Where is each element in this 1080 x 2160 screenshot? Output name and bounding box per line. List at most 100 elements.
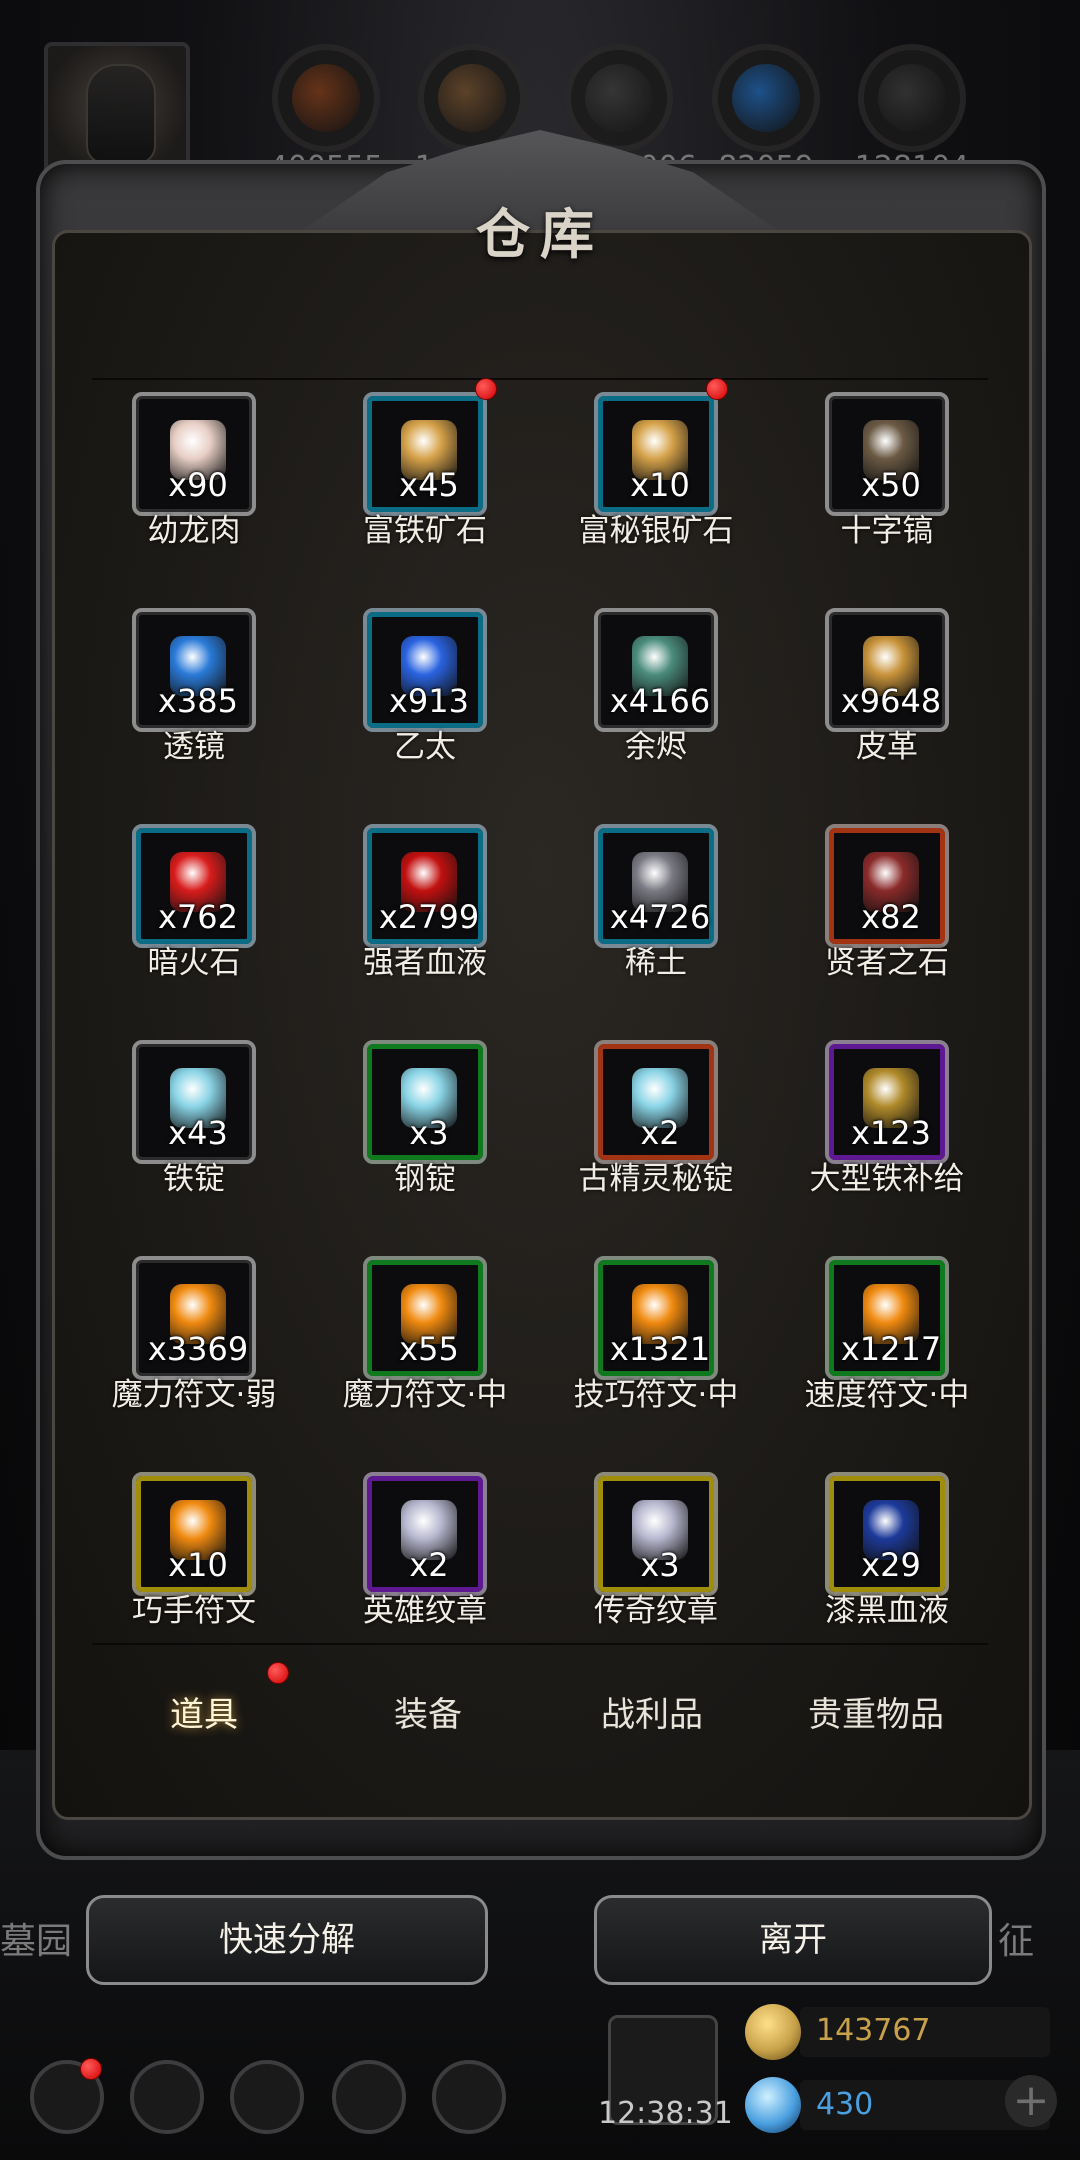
item-slot[interactable]: x55 — [363, 1256, 487, 1380]
item-slot[interactable]: x3 — [594, 1472, 718, 1596]
inventory-item[interactable]: x762 暗火石 — [92, 812, 312, 982]
item-name: 贤者之石 — [825, 945, 949, 981]
item-quantity: x29 — [861, 1546, 921, 1584]
background-label-right: 征 — [998, 1921, 1035, 1962]
tab-loot[interactable]: 战利品 — [540, 1660, 764, 1770]
inventory-item[interactable]: x82 贤者之石 — [785, 812, 1005, 982]
item-name: 富秘银矿石 — [578, 513, 734, 549]
item-name: 皮革 — [856, 729, 918, 765]
item-slot[interactable]: x50 — [825, 392, 949, 516]
inventory-item[interactable]: x4726 稀土 — [554, 812, 774, 982]
item-quantity: x2799 — [378, 898, 480, 936]
item-slot[interactable]: x29 — [825, 1472, 949, 1596]
item-quantity: x762 — [157, 898, 238, 936]
item-slot[interactable]: x1321 — [594, 1256, 718, 1380]
inventory-item[interactable]: x1217 速度符文·中 — [785, 1244, 1005, 1414]
guild-icon[interactable] — [230, 2060, 304, 2134]
item-slot[interactable]: x762 — [132, 824, 256, 948]
item-quantity: x1321 — [609, 1330, 711, 1368]
item-slot[interactable]: x3369 — [132, 1256, 256, 1380]
resource-material-icon — [878, 64, 946, 132]
inventory-item[interactable]: x4166 余烬 — [554, 596, 774, 766]
item-name: 速度符文·中 — [804, 1377, 970, 1413]
inventory-item[interactable]: x385 透镜 — [92, 596, 312, 766]
item-slot[interactable]: x10 — [594, 392, 718, 516]
item-quantity: x90 — [168, 466, 228, 504]
item-slot[interactable]: x4726 — [594, 824, 718, 948]
item-slot[interactable]: x45 — [363, 392, 487, 516]
item-name: 幼龙肉 — [147, 513, 241, 549]
inventory-item[interactable]: x90 幼龙肉 — [92, 380, 312, 550]
resource-icon[interactable] — [272, 44, 380, 152]
resource-icon[interactable] — [565, 44, 673, 152]
item-quantity: x2 — [640, 1114, 680, 1152]
inventory-item[interactable]: x1321 技巧符文·中 — [554, 1244, 774, 1414]
item-quantity: x913 — [388, 682, 469, 720]
tab-equipment[interactable]: 装备 — [316, 1660, 540, 1770]
item-name: 技巧符文·中 — [573, 1377, 739, 1413]
helmet-icon — [86, 64, 156, 164]
item-slot[interactable]: x10 — [132, 1472, 256, 1596]
item-quantity: x385 — [157, 682, 238, 720]
inventory-item[interactable]: x10 富秘银矿石 — [554, 378, 774, 550]
item-name: 透镜 — [163, 729, 225, 765]
tab-valuables[interactable]: 贵重物品 — [764, 1660, 988, 1770]
item-quantity: x3 — [640, 1546, 680, 1584]
notification-badge — [80, 2058, 102, 2080]
inventory-item[interactable]: x9648 皮革 — [785, 596, 1005, 766]
map-icon[interactable] — [432, 2060, 506, 2134]
inventory-item[interactable]: x43 铁锭 — [92, 1028, 312, 1198]
inventory-item[interactable]: x10 巧手符文 — [92, 1460, 312, 1630]
item-quantity: x50 — [861, 466, 921, 504]
inventory-item[interactable]: x3 钢锭 — [323, 1028, 543, 1198]
quick-decompose-button[interactable]: 快速分解 — [86, 1895, 488, 1985]
inventory-item[interactable]: x29 漆黑血液 — [785, 1460, 1005, 1630]
leave-button[interactable]: 离开 — [594, 1895, 992, 1985]
item-slot[interactable]: x9648 — [825, 608, 949, 732]
mail-icon[interactable] — [332, 2060, 406, 2134]
inventory-item[interactable]: x3369 魔力符文·弱 — [92, 1244, 312, 1414]
item-slot[interactable]: x3 — [363, 1040, 487, 1164]
resource-material-icon — [292, 64, 360, 132]
add-currency-icon[interactable]: + — [1005, 2075, 1057, 2127]
item-slot[interactable]: x2 — [363, 1472, 487, 1596]
inventory-item[interactable]: x913 乙太 — [323, 596, 543, 766]
panel-title: 仓库 — [476, 203, 604, 266]
item-slot[interactable]: x90 — [132, 392, 256, 516]
inventory-item[interactable]: x45 富铁矿石 — [323, 378, 543, 550]
inventory-item[interactable]: x55 魔力符文·中 — [323, 1244, 543, 1414]
inventory-item[interactable]: x3 传奇纹章 — [554, 1460, 774, 1630]
inventory-item[interactable]: x2 古精灵秘锭 — [554, 1028, 774, 1198]
item-name: 大型铁补给 — [809, 1161, 965, 1197]
inventory-item[interactable]: x123 大型铁补给 — [785, 1028, 1005, 1198]
category-tabs: 道具 装备 战利品 贵重物品 — [92, 1660, 988, 1770]
item-quantity: x9648 — [840, 682, 942, 720]
item-quantity: x55 — [399, 1330, 459, 1368]
resource-icon[interactable] — [712, 44, 820, 152]
background-label-left: 墓园 — [0, 1921, 73, 1962]
item-quantity: x123 — [850, 1114, 931, 1152]
item-slot[interactable]: x385 — [132, 608, 256, 732]
item-name: 暗火石 — [147, 945, 241, 981]
item-slot[interactable]: x913 — [363, 608, 487, 732]
resource-icon[interactable] — [858, 44, 966, 152]
inventory-item[interactable]: x2799 强者血液 — [323, 812, 543, 982]
item-quantity: x43 — [168, 1114, 228, 1152]
item-name: 乙太 — [394, 729, 456, 765]
item-slot[interactable]: x123 — [825, 1040, 949, 1164]
item-slot[interactable]: x1217 — [825, 1256, 949, 1380]
item-quantity: x1217 — [840, 1330, 942, 1368]
achievement-icon[interactable] — [130, 2060, 204, 2134]
new-item-badge — [706, 378, 728, 400]
resource-icon[interactable] — [418, 44, 526, 152]
item-slot[interactable]: x43 — [132, 1040, 256, 1164]
item-slot[interactable]: x2 — [594, 1040, 718, 1164]
item-slot[interactable]: x82 — [825, 824, 949, 948]
item-quantity: x3369 — [147, 1330, 249, 1368]
inventory-item[interactable]: x2 英雄纹章 — [323, 1460, 543, 1630]
item-name: 余烬 — [625, 729, 687, 765]
item-quantity: x10 — [168, 1546, 228, 1584]
item-slot[interactable]: x4166 — [594, 608, 718, 732]
item-slot[interactable]: x2799 — [363, 824, 487, 948]
inventory-item[interactable]: x50 十字镐 — [785, 380, 1005, 550]
